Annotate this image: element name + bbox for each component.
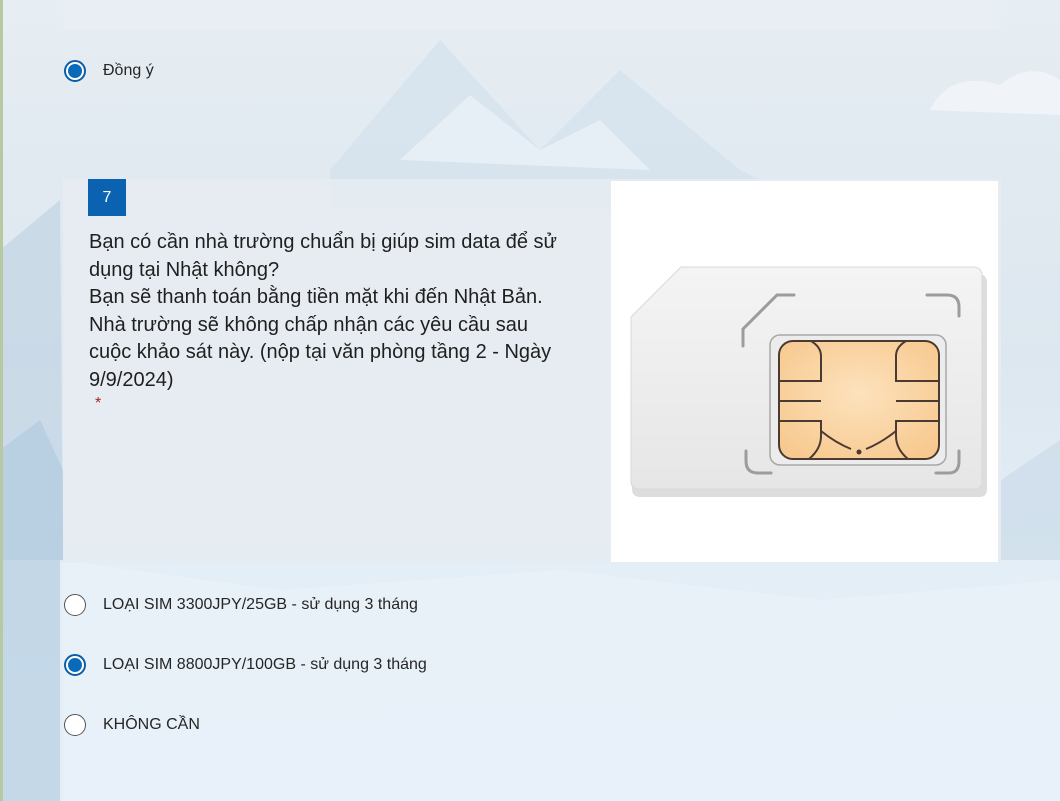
sim-card-image bbox=[611, 181, 998, 562]
left-edge-strip bbox=[0, 0, 3, 801]
question-number-badge: 7 bbox=[88, 179, 126, 216]
option-sim-3300[interactable]: LOẠI SIM 3300JPY/25GB - sử dụng 3 tháng bbox=[64, 591, 418, 619]
radio-button[interactable] bbox=[64, 714, 86, 736]
question-text-line: Bạn sẽ thanh toán bằng tiền mặt khi đến … bbox=[89, 286, 543, 308]
option-label: LOẠI SIM 3300JPY/25GB - sử dụng 3 tháng bbox=[103, 596, 418, 613]
question-text-line: Nhà trường sẽ không chấp nhận các yêu cầ… bbox=[89, 313, 529, 336]
question-text-line: 9/9/2024) bbox=[89, 368, 174, 391]
question-text-line: dụng tại Nhật không? bbox=[89, 258, 280, 281]
question-text-line: cuộc khảo sát này. (nộp tại văn phòng tầ… bbox=[89, 341, 552, 363]
previous-question-card bbox=[63, 0, 1001, 30]
option-label: Đồng ý bbox=[103, 62, 154, 79]
question-text: Bạn có cần nhà trường chuẩn bị giúp sim … bbox=[89, 229, 589, 394]
radio-button[interactable] bbox=[64, 594, 86, 616]
option-label: KHÔNG CẦN bbox=[103, 716, 200, 733]
option-dong-y[interactable]: Đồng ý bbox=[64, 57, 154, 85]
question-text-line: Bạn có cần nhà trường chuẩn bị giúp sim … bbox=[89, 231, 557, 253]
radio-button-selected[interactable] bbox=[64, 654, 86, 676]
radio-button-selected[interactable] bbox=[64, 60, 86, 82]
option-khong-can[interactable]: KHÔNG CẦN bbox=[64, 711, 200, 739]
option-label: LOẠI SIM 8800JPY/100GB - sử dụng 3 tháng bbox=[103, 656, 427, 673]
option-sim-8800[interactable]: LOẠI SIM 8800JPY/100GB - sử dụng 3 tháng bbox=[64, 651, 427, 679]
required-marker: * bbox=[95, 395, 102, 412]
question-card: 7 Bạn có cần nhà trường chuẩn bị giúp si… bbox=[63, 179, 1001, 563]
sim-card-icon bbox=[630, 266, 987, 497]
